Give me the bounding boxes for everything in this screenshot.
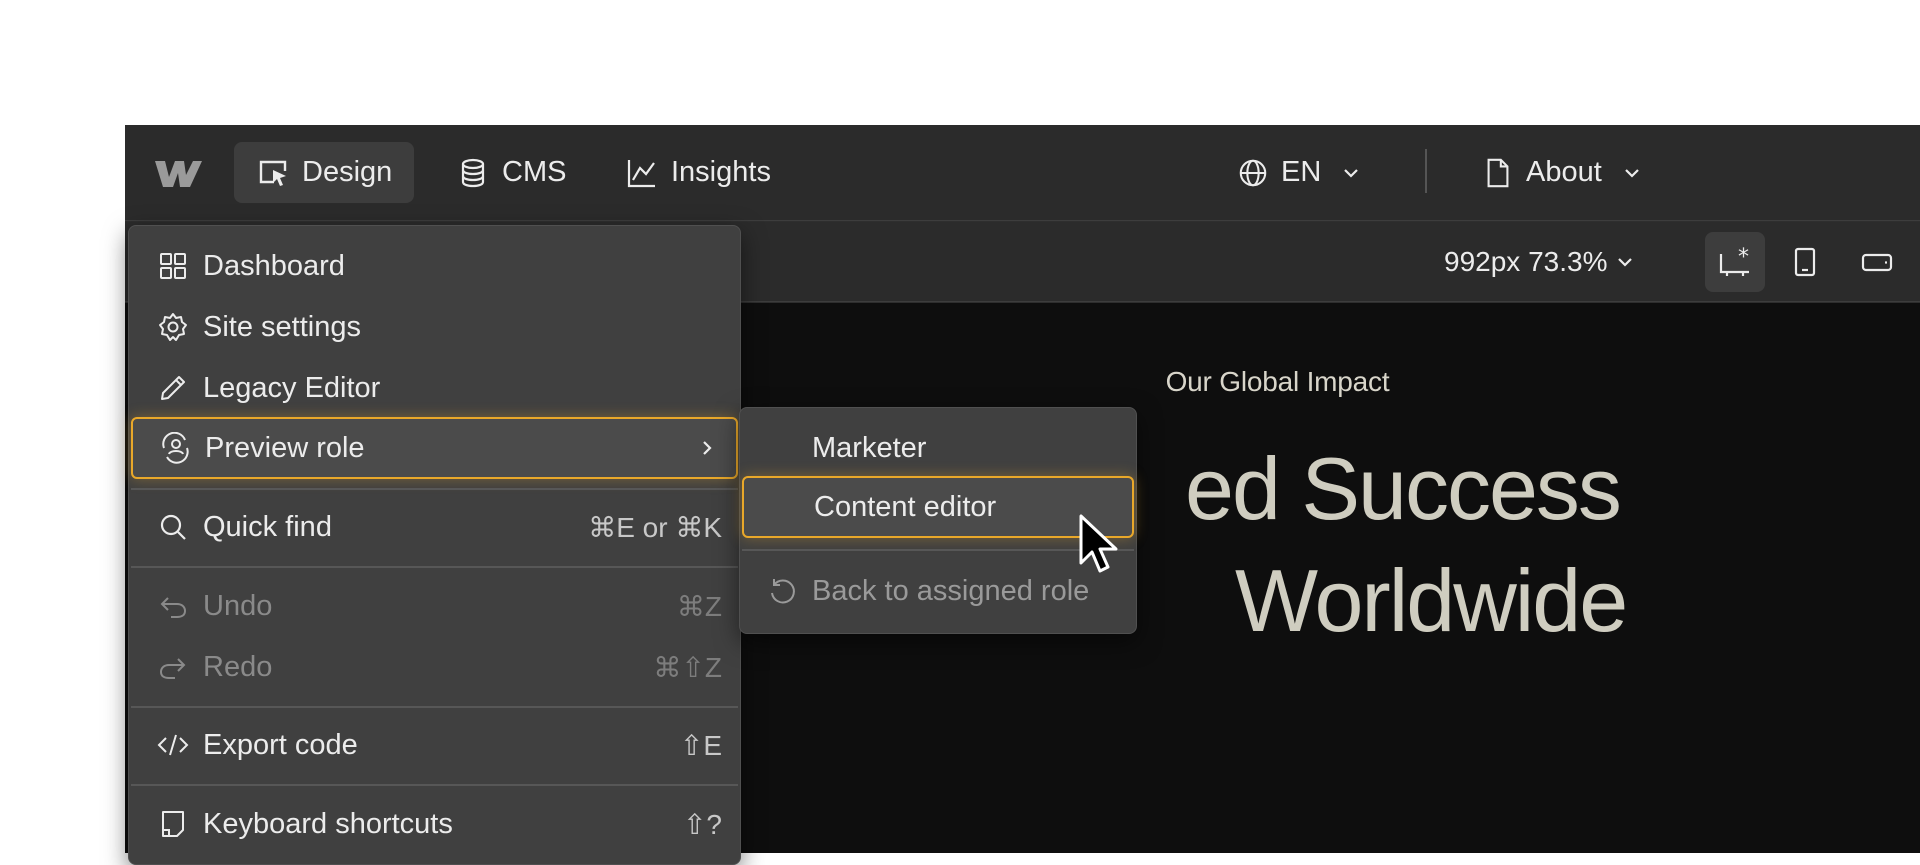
chevron-right-icon xyxy=(703,441,712,455)
submenu-item-back-to-assigned-role[interactable]: Back to assigned role xyxy=(742,560,1134,622)
page-label: About xyxy=(1526,156,1602,188)
chart-icon xyxy=(627,159,655,187)
mobile-landscape-icon xyxy=(1861,253,1893,272)
menu-item-undo[interactable]: Undo ⌘Z xyxy=(131,575,738,637)
topbar-divider xyxy=(1425,149,1427,193)
menu-item-label: Site settings xyxy=(203,310,361,343)
menu-item-label: Redo xyxy=(203,650,273,683)
svg-text:*: * xyxy=(1738,245,1749,270)
viewport-size-selector[interactable]: 992px 73.3% xyxy=(1444,222,1635,302)
menu-item-site-settings[interactable]: Site settings xyxy=(131,296,738,358)
menu-item-keyboard-shortcuts[interactable]: Keyboard shortcuts ⇧? xyxy=(131,793,738,855)
breakpoint-mobile-landscape-button[interactable] xyxy=(1847,232,1907,292)
menu-divider xyxy=(131,488,738,490)
tab-insights-label: Insights xyxy=(671,156,771,188)
search-icon xyxy=(160,514,186,540)
menu-item-dashboard[interactable]: Dashboard xyxy=(131,235,738,297)
submenu-item-label: Marketer xyxy=(812,431,927,464)
menu-item-legacy-editor[interactable]: Legacy Editor xyxy=(131,357,738,419)
menu-item-shortcut: ⇧E xyxy=(679,729,722,761)
menu-item-shortcut: ⌘Z xyxy=(676,590,722,622)
code-icon xyxy=(157,734,189,756)
tab-insights[interactable]: Insights xyxy=(609,142,793,203)
menu-item-shortcut: ⇧? xyxy=(682,808,722,840)
tab-cms-label: CMS xyxy=(502,156,567,188)
breakpoint-tablet-button[interactable] xyxy=(1775,232,1835,292)
submenu-divider xyxy=(742,549,1134,551)
desktop-base-icon: * xyxy=(1719,245,1749,276)
menu-item-label: Preview role xyxy=(205,431,365,464)
top-bar: Design CMS Insights EN About xyxy=(125,125,1920,221)
section-eyebrow: Our Global Impact xyxy=(1165,366,1390,397)
breakpoint-base-button[interactable]: * xyxy=(1705,232,1765,292)
database-icon xyxy=(461,158,485,187)
tablet-icon xyxy=(1794,247,1816,277)
reset-icon xyxy=(771,579,795,604)
tab-design-label: Design xyxy=(302,156,393,188)
globe-icon xyxy=(1239,159,1267,186)
menu-item-redo[interactable]: Redo ⌘⇧Z xyxy=(131,636,738,698)
menu-item-quick-find[interactable]: Quick find ⌘E or ⌘K xyxy=(131,496,738,558)
undo-icon xyxy=(160,597,187,618)
menu-item-preview-role[interactable]: Preview role xyxy=(131,417,738,479)
language-label: EN xyxy=(1281,156,1322,188)
submenu-item-label: Back to assigned role xyxy=(812,574,1090,607)
gear-icon xyxy=(159,313,187,341)
menu-item-label: Dashboard xyxy=(203,249,345,282)
menu-item-shortcut: ⌘⇧Z xyxy=(653,651,722,683)
menu-divider xyxy=(131,784,738,786)
submenu-item-content-editor[interactable]: Content editor xyxy=(742,476,1134,538)
chevron-down-icon xyxy=(1618,258,1633,267)
menu-divider xyxy=(131,566,738,568)
menu-divider xyxy=(131,706,738,708)
page-selector[interactable]: About xyxy=(1482,142,1642,203)
tab-cms[interactable]: CMS xyxy=(440,142,588,203)
menu-item-label: Legacy Editor xyxy=(203,371,381,404)
page-icon xyxy=(1487,158,1509,187)
pencil-icon xyxy=(161,376,185,400)
viewport-size-label: 992px 73.3% xyxy=(1444,246,1608,277)
preview-role-icon xyxy=(162,432,189,464)
menu-item-label: Undo xyxy=(203,589,273,622)
menu-item-shortcut: ⌘E or ⌘K xyxy=(588,511,722,543)
menu-item-label: Export code xyxy=(203,728,358,761)
design-cursor-icon xyxy=(259,160,287,186)
submenu-item-marketer[interactable]: Marketer xyxy=(742,417,1134,479)
chevron-down-icon xyxy=(1625,168,1639,178)
menu-item-export-code[interactable]: Export code ⇧E xyxy=(131,714,738,776)
grid-icon xyxy=(160,253,186,279)
redo-icon xyxy=(159,658,186,679)
menu-item-label: Quick find xyxy=(203,510,332,543)
chevron-down-icon xyxy=(1344,168,1359,178)
menu-item-label: Keyboard shortcuts xyxy=(203,807,453,840)
app-menu: Dashboard Site settings Legacy Editor Pr… xyxy=(128,225,741,865)
keyboard-shortcuts-icon xyxy=(162,811,184,837)
mouse-pointer-icon xyxy=(1079,514,1118,573)
tab-design[interactable]: Design xyxy=(234,142,415,203)
submenu-item-label: Content editor xyxy=(814,490,997,523)
language-selector[interactable]: EN xyxy=(1237,142,1361,203)
webflow-logo-icon[interactable] xyxy=(153,155,203,191)
